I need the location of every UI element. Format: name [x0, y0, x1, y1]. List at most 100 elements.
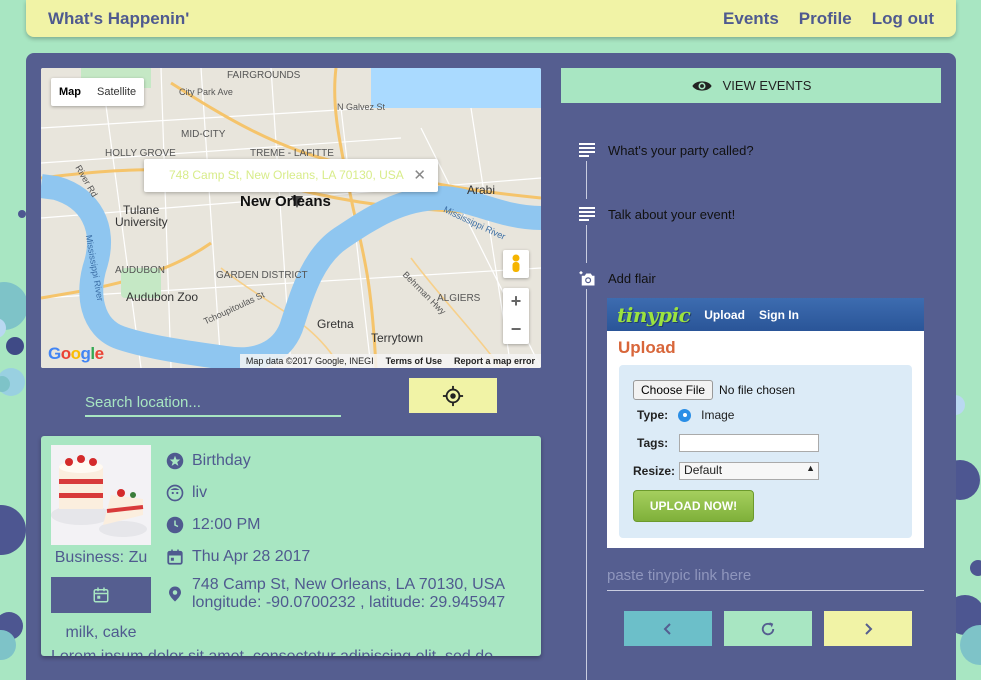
nav-events-link[interactable]: Events: [723, 9, 779, 29]
map-label-terrytown: Terrytown: [371, 331, 424, 345]
bg-bubble: [18, 210, 26, 218]
brand-title[interactable]: What's Happenin': [48, 9, 189, 29]
step-description[interactable]: Talk about your event!: [578, 205, 735, 223]
zoom-in-button[interactable]: +: [503, 288, 529, 316]
event-type-row: Birthday: [166, 452, 251, 470]
tags-label: Tags:: [637, 436, 669, 450]
map-label-treme: TREME - LAFITTE: [250, 148, 334, 159]
type-label: Type:: [637, 408, 669, 422]
supplies-label: milk, cake: [65, 624, 137, 641]
map-terms-link[interactable]: Terms of Use: [386, 356, 442, 366]
event-description: Lorem ipsum dolor sit amet, consectetur …: [51, 648, 493, 656]
map-label-gretna: Gretna: [317, 317, 354, 331]
map-view[interactable]: FAIRGROUNDS City Park Ave N Galvez St MI…: [41, 68, 541, 368]
resize-select[interactable]: Default ▲: [679, 462, 820, 480]
google-logo: Google: [48, 344, 104, 363]
resize-row: Resize: Default ▲: [633, 462, 820, 480]
map-label-audubon: AUDUBON: [115, 265, 166, 276]
prev-step-button[interactable]: [624, 611, 712, 646]
type-row: Type: Image: [637, 408, 734, 422]
text-lines-icon: [578, 141, 596, 159]
event-host-row: liv: [166, 484, 207, 502]
map-data-credit: Map data ©2017 Google, INEGI: [245, 356, 374, 366]
tinypic-upload-link[interactable]: Upload: [704, 308, 745, 322]
event-date: Thu Apr 28 2017: [192, 548, 311, 565]
step-connector: [586, 225, 587, 263]
calendar-icon: [93, 587, 109, 603]
bg-bubble: [0, 505, 26, 555]
image-radio-label: Image: [701, 408, 735, 422]
map-footer: Map data ©2017 Google, INEGI Terms of Us…: [239, 354, 541, 368]
step-connector: [586, 289, 587, 680]
step-description-label[interactable]: Talk about your event!: [608, 207, 735, 222]
event-image: [51, 445, 151, 545]
upload-now-button[interactable]: UPLOAD NOW!: [633, 490, 754, 522]
map-label-garden-district: GARDEN DISTRICT: [216, 270, 308, 281]
main-panel: FAIRGROUNDS City Park Ave N Galvez St MI…: [26, 53, 956, 680]
map-label-city: New Orleans: [240, 193, 331, 210]
bg-bubble: [970, 560, 981, 576]
map-label-algiers: ALGIERS: [437, 293, 481, 304]
event-time-row: 12:00 PM: [166, 516, 260, 534]
star-icon: [166, 452, 184, 470]
resize-select-value: Default: [684, 463, 723, 477]
map-label-galvez: N Galvez St: [337, 102, 386, 112]
map-label-city-park: City Park Ave: [179, 87, 233, 97]
event-location-row: 748 Camp St, New Orleans, LA 70130, USA …: [166, 576, 505, 612]
nav-links: Events Profile Log out: [723, 9, 934, 29]
chevron-left-icon: [663, 622, 671, 635]
tinypic-header: tinypic Upload Sign In: [607, 298, 924, 331]
resize-label: Resize:: [633, 464, 676, 478]
map-type-satellite-button[interactable]: Satellite: [89, 78, 144, 106]
step-add-flair-label[interactable]: Add flair: [608, 271, 656, 286]
image-radio[interactable]: [678, 408, 692, 422]
map-type-map-button[interactable]: Map: [51, 78, 89, 106]
tinypic-logo[interactable]: tinypic: [617, 303, 691, 327]
map-label-holly-grove: HOLLY GROVE: [105, 148, 176, 159]
event-card[interactable]: Business: Zu milk, cake Birthday liv 12:…: [41, 436, 541, 656]
select-arrows-icon: ▲: [806, 463, 816, 473]
nav-logout-link[interactable]: Log out: [872, 9, 934, 29]
tags-input[interactable]: [679, 434, 819, 452]
tinypic-signin-link[interactable]: Sign In: [759, 308, 799, 322]
chevron-right-icon: [865, 622, 873, 635]
map-label-fairgrounds: FAIRGROUNDS: [227, 70, 301, 81]
map-label-arabi: Arabi: [467, 183, 496, 197]
file-status: No file chosen: [719, 383, 796, 397]
text-lines-icon: [578, 205, 596, 223]
add-to-calendar-button[interactable]: [51, 577, 151, 613]
tinypic-uploader: tinypic Upload Sign In Upload Choose Fil…: [607, 298, 924, 548]
calendar-icon: [166, 548, 184, 566]
view-events-label: VIEW EVENTS: [722, 78, 812, 93]
pegman-icon[interactable]: [503, 250, 529, 278]
refresh-icon: [761, 621, 775, 635]
step-add-flair[interactable]: Add flair: [578, 269, 656, 287]
map-report-link[interactable]: Report a map error: [454, 356, 535, 366]
reset-button[interactable]: [724, 611, 812, 646]
map-type-toggle: Map Satellite: [51, 78, 145, 106]
close-icon[interactable]: ✕: [413, 166, 426, 184]
pin-icon: [166, 585, 184, 603]
top-navbar: What's Happenin' Events Profile Log out: [26, 0, 956, 37]
clock-icon: [166, 516, 184, 534]
map-label-mid-city: MID-CITY: [181, 129, 226, 140]
map-popup-address: 748 Camp St, New Orleans, LA 70130, USA: [169, 168, 404, 182]
tinypic-upload-title: Upload: [618, 338, 676, 357]
view-events-button[interactable]: VIEW EVENTS: [561, 68, 941, 103]
nav-profile-link[interactable]: Profile: [799, 9, 852, 29]
event-type: Birthday: [192, 452, 251, 469]
tinypic-link-input[interactable]: [607, 561, 924, 591]
locate-button[interactable]: [409, 378, 497, 413]
search-location-input[interactable]: [85, 390, 341, 417]
event-date-row: Thu Apr 28 2017: [166, 548, 310, 566]
step-connector: [586, 161, 587, 199]
step-party-name-label[interactable]: What's your party called?: [608, 143, 754, 158]
event-coordinates: longitude: -90.0700232 , latitude: 29.94…: [192, 594, 506, 611]
next-step-button[interactable]: [824, 611, 912, 646]
face-icon: [166, 484, 184, 502]
zoom-out-button[interactable]: −: [503, 316, 529, 344]
eye-icon: [691, 80, 712, 91]
event-address: 748 Camp St, New Orleans, LA 70130, USA: [192, 576, 506, 593]
step-party-name[interactable]: What's your party called?: [578, 141, 754, 159]
choose-file-button[interactable]: Choose File: [633, 380, 714, 400]
